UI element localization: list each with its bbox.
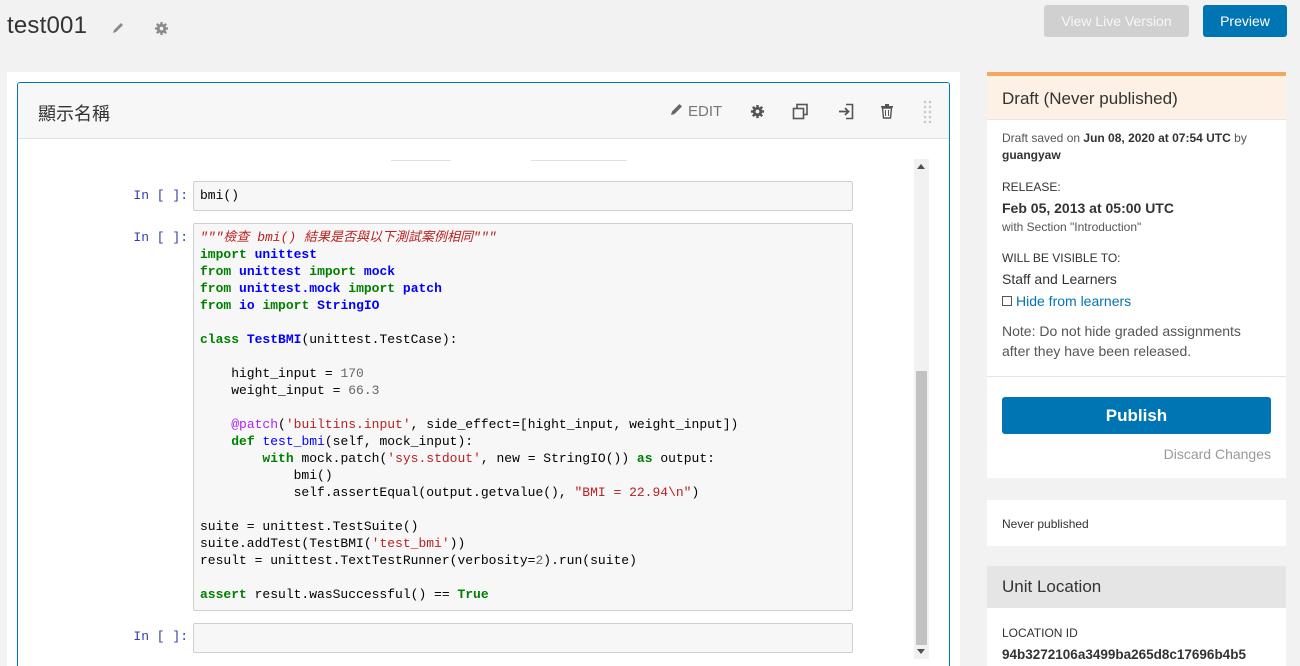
cell-prompt: In [ ]: bbox=[133, 629, 188, 644]
main-content: 顯示名稱 EDIT In []: bmi() In []: """檢查 bm… bbox=[7, 72, 960, 666]
gear-icon[interactable] bbox=[153, 20, 169, 36]
cell-prompt: In [ ]: bbox=[133, 230, 188, 245]
discard-changes-link[interactable]: Discard Changes bbox=[1164, 446, 1271, 462]
drag-handle-icon[interactable] bbox=[923, 99, 933, 124]
settings-gear-icon[interactable] bbox=[750, 101, 765, 121]
xblock-header: 顯示名稱 EDIT bbox=[18, 83, 949, 139]
note-text: Note: Do not hide graded assignments aft… bbox=[1002, 323, 1241, 359]
empty-code-cell[interactable] bbox=[193, 623, 853, 653]
location-id-value: 94b3272106a3499ba265d8c17696b4b5 bbox=[1002, 647, 1246, 662]
code-cell[interactable]: bmi() bbox=[193, 181, 853, 211]
status-heading: Draft (Never published) bbox=[987, 76, 1286, 120]
unit-location-heading: Unit Location bbox=[987, 566, 1286, 608]
hide-from-learners-toggle[interactable]: Hide from learners bbox=[1002, 293, 1131, 309]
divider bbox=[391, 160, 451, 161]
page-title: test001 bbox=[7, 12, 88, 39]
cell-code: """檢查 bmi() 結果是否與以下測試案例相同""" import unit… bbox=[200, 230, 739, 602]
release-section: with Section "Introduction" bbox=[1002, 220, 1142, 234]
edit-button[interactable]: EDIT bbox=[670, 101, 722, 121]
xblock-component: 顯示名稱 EDIT In []: bmi() In []: """檢查 bm… bbox=[17, 82, 950, 666]
cell-code: bmi() bbox=[200, 188, 240, 203]
release-date: Feb 05, 2013 at 05:00 UTC bbox=[1002, 200, 1174, 216]
scrollbar[interactable] bbox=[914, 159, 929, 659]
scroll-up-icon[interactable] bbox=[917, 164, 925, 169]
visible-label: WILL BE VISIBLE TO: bbox=[1002, 251, 1121, 265]
divider bbox=[531, 160, 627, 161]
publish-status-panel: Draft (Never published) Draft saved on J… bbox=[987, 72, 1286, 478]
notebook-view[interactable]: In [ ]: bmi() In [ ]: """檢查 bmi() 結果是否與以… bbox=[18, 139, 949, 666]
publish-button[interactable]: Publish bbox=[1002, 397, 1271, 434]
divider bbox=[987, 376, 1286, 377]
delete-icon[interactable] bbox=[880, 101, 894, 121]
release-label: RELEASE: bbox=[1002, 180, 1061, 194]
draft-saved-info: Draft saved on Jun 08, 2020 at 07:54 UTC… bbox=[1002, 131, 1247, 162]
location-id-label: LOCATION ID bbox=[1002, 626, 1078, 640]
pencil-icon[interactable] bbox=[110, 20, 126, 36]
cell-prompt: In [ ]: bbox=[133, 188, 188, 203]
duplicate-icon[interactable] bbox=[792, 101, 809, 121]
scroll-thumb[interactable] bbox=[916, 371, 927, 645]
code-cell[interactable]: """檢查 bmi() 結果是否與以下測試案例相同""" import unit… bbox=[193, 223, 853, 611]
checkbox[interactable] bbox=[1002, 296, 1012, 307]
xblock-title: 顯示名稱 bbox=[38, 104, 110, 124]
scroll-down-icon[interactable] bbox=[917, 649, 925, 654]
preview-button[interactable]: Preview bbox=[1203, 5, 1287, 37]
move-icon[interactable] bbox=[837, 101, 854, 121]
edit-label: EDIT bbox=[688, 102, 723, 120]
view-live-button[interactable]: View Live Version bbox=[1044, 5, 1189, 37]
pencil-icon bbox=[670, 102, 684, 120]
publish-info-panel: Never published bbox=[987, 500, 1286, 546]
visible-value: Staff and Learners bbox=[1002, 271, 1117, 287]
unit-location-panel: Unit Location LOCATION ID 94b3272106a349… bbox=[987, 566, 1286, 666]
publish-info-text: Never published bbox=[1002, 517, 1089, 531]
